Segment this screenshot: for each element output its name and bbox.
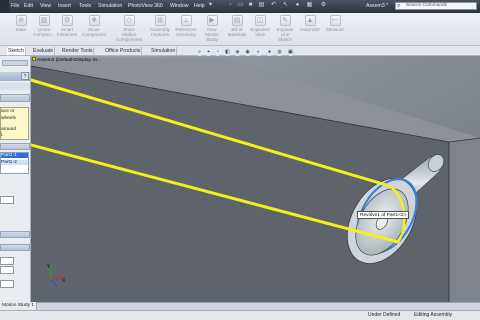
ribbon-button-label: Reference Geometry — [175, 27, 197, 37]
previous-view-icon[interactable]: ◔ — [214, 49, 221, 56]
tab-evaluate[interactable]: Evaluate — [32, 47, 56, 55]
ribbon-button[interactable]: ⊢ Measure — [322, 14, 348, 45]
explode-line-icon: ✎ — [279, 15, 291, 26]
measure-icon: ⊢ — [329, 15, 341, 26]
help-button[interactable]: ? — [21, 72, 29, 80]
menu-edit[interactable]: Edit — [24, 3, 33, 9]
mate-icon: ⊕ — [15, 15, 27, 26]
parameter-field[interactable] — [0, 266, 14, 274]
ribbon-button-label: Instant3D — [300, 27, 320, 32]
rebuild-icon[interactable]: ● — [294, 2, 301, 9]
feature-manager-tabs[interactable] — [2, 60, 28, 66]
ribbon-button-label: Smart Fasteners — [56, 27, 78, 37]
tab-sketch[interactable]: Sketch — [7, 47, 26, 55]
undo-icon[interactable]: ↶ — [270, 2, 277, 9]
view-orientation-icon[interactable]: ◈ — [234, 49, 241, 56]
section-view-icon[interactable]: ◧ — [224, 49, 231, 56]
feature-tree-flyout[interactable]: Assem3 (Default<Display St... — [37, 58, 101, 63]
selections-section-header[interactable] — [0, 143, 30, 150]
pin-icon[interactable]: ✦ — [207, 2, 214, 9]
ribbon-button[interactable]: ⟂ Reference Geometry — [173, 14, 199, 45]
parameter-field[interactable] — [0, 196, 14, 204]
menu-tools[interactable]: Tools — [79, 3, 91, 9]
ribbon-button-label: Explode Line Sketch — [276, 27, 294, 42]
message-line: ace or — [1, 109, 15, 114]
ribbon-button-label: Exploded View — [250, 27, 270, 37]
ribbon-button-label: Move Component — [82, 27, 106, 37]
tab-office-products[interactable]: Office Products — [104, 47, 143, 55]
save-icon[interactable]: ■ — [247, 2, 254, 9]
menu-view[interactable]: View — [40, 3, 51, 9]
move-component-icon: ✥ — [88, 15, 100, 26]
linear-pattern-icon: ▥ — [38, 15, 50, 26]
ribbon-button[interactable]: ⚙ Smart Fasteners — [54, 14, 80, 45]
display-style-icon[interactable]: ◉ — [244, 49, 251, 56]
zoom-area-icon[interactable]: ⌖ — [205, 49, 212, 56]
menu-window[interactable]: Window — [170, 3, 188, 9]
smart-fasteners-icon: ⚙ — [61, 15, 73, 26]
bottom-tab-strip — [0, 302, 480, 310]
options-icon[interactable]: ⚙ — [320, 2, 327, 9]
status-definition: Under Defined — [368, 312, 401, 318]
assembly-features-icon: ⊞ — [154, 15, 166, 26]
menu-file[interactable]: File — [11, 3, 19, 9]
ribbon-button[interactable]: ⊞ Assembly Features — [147, 14, 173, 45]
parameter-field[interactable] — [0, 257, 14, 265]
ribbon-button[interactable]: ▲ Instant3D — [297, 14, 323, 45]
assembly-icon — [32, 57, 36, 61]
selection-item[interactable]: Part1-2 — [1, 160, 28, 165]
view-settings-icon[interactable]: ▣ — [287, 49, 294, 56]
ribbon-button[interactable]: ◇ Show Hidden Components — [116, 14, 142, 45]
message-section-header[interactable] — [0, 94, 30, 102]
scene-icon[interactable]: ◍ — [276, 49, 283, 56]
message-line: around — [1, 127, 16, 132]
plate-right-edge — [449, 138, 480, 302]
model-scene[interactable]: Y X — [31, 56, 480, 302]
panel-section-bar[interactable] — [0, 83, 30, 90]
status-bar — [0, 310, 480, 320]
ribbon-button[interactable]: ✎ Explode Line Sketch — [272, 14, 298, 45]
print-icon[interactable]: ▤ — [258, 2, 265, 9]
ribbon-button-label: Measure — [326, 27, 344, 32]
options-section-header[interactable] — [0, 231, 30, 238]
menu-insert[interactable]: Insert — [58, 3, 71, 9]
exploded-view-icon: ◫ — [254, 15, 266, 26]
motion-study-icon: ▶ — [206, 15, 218, 26]
show-hidden-icon: ◇ — [123, 15, 135, 26]
bom-icon: ▤ — [231, 15, 243, 26]
advanced-section-header[interactable] — [0, 244, 30, 251]
menu-help[interactable]: Help — [194, 3, 205, 9]
ribbon-button-label: New Motion Study — [205, 27, 219, 42]
app-logo[interactable] — [0, 0, 9, 13]
ribbon-button-label: Show Hidden Components — [116, 27, 143, 42]
new-document-icon[interactable]: ▫ — [227, 2, 234, 9]
parameter-field[interactable] — [0, 280, 14, 288]
ribbon-button-label: Assembly Features — [150, 27, 170, 37]
tab-simulation[interactable]: Simulation — [150, 47, 178, 55]
select-icon[interactable]: ↖ — [282, 2, 289, 9]
search-input[interactable]: Search Commands — [406, 3, 447, 8]
tab-motion-study-1[interactable]: Motion Study 1 — [0, 302, 37, 310]
graphics-viewport[interactable]: Y X — [31, 56, 480, 302]
ribbon-button[interactable]: ◫ Exploded View — [247, 14, 273, 45]
hide-show-icon[interactable]: ◐ — [255, 49, 262, 56]
open-icon[interactable]: ▭ — [237, 2, 244, 9]
edit-appearance-icon[interactable]: ● — [266, 49, 273, 56]
tab-render-tools[interactable]: Render Tools — [61, 47, 95, 55]
menu-simulation[interactable]: Simulation — [98, 3, 122, 9]
ribbon-button[interactable]: ✥ Move Component — [81, 14, 107, 45]
message-line: l. — [1, 133, 4, 138]
document-title: Assem3 * — [366, 3, 389, 9]
message-line: wheels — [1, 116, 16, 121]
reference-geometry-icon: ⟂ — [180, 15, 192, 26]
zoom-to-fit-icon[interactable]: ⌕ — [196, 49, 203, 56]
selection-tooltip: Revolve1 of Part1<2> — [357, 211, 410, 219]
ribbon-button[interactable]: ▶ New Motion Study — [199, 14, 225, 45]
search-icon[interactable]: ⌕ — [397, 2, 405, 10]
file-properties-icon[interactable]: ▦ — [306, 2, 313, 9]
selection-item[interactable]: Part1-1 — [1, 153, 28, 158]
instant3d-icon: ▲ — [304, 15, 316, 26]
menu-photoview[interactable]: PhotoView 360 — [128, 3, 163, 9]
status-mode: Editing Assembly — [414, 312, 453, 318]
